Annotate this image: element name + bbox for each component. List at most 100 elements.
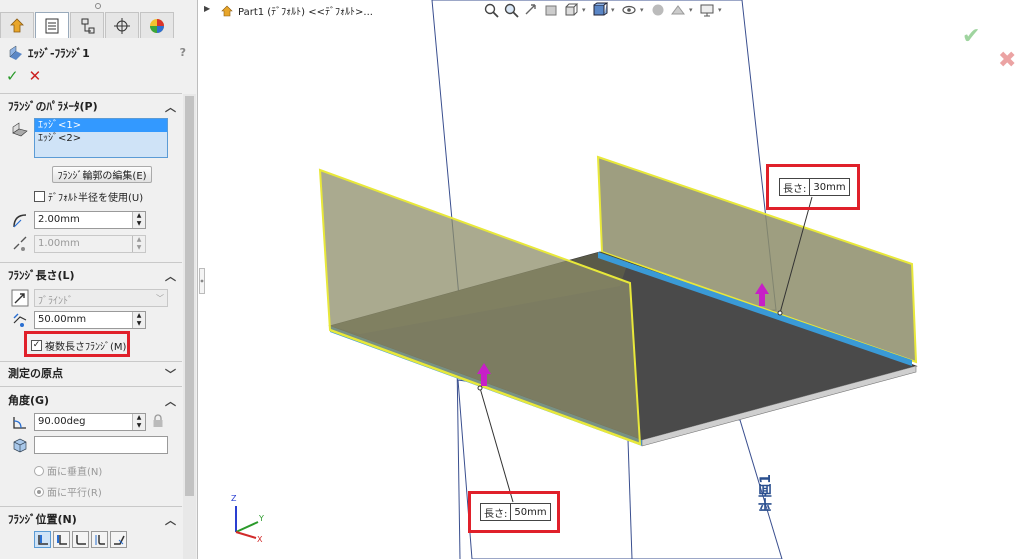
material-outside-button[interactable]	[53, 531, 70, 548]
feature-manager-tab[interactable]	[0, 12, 34, 38]
dropdown-arrow-icon[interactable]: ▾	[718, 6, 725, 14]
flange-params-header[interactable]: ﾌﾗﾝｼﾞのﾊﾟﾗﾒｰﾀ(P) ︿	[0, 97, 182, 115]
zoom-area-icon[interactable]	[502, 1, 520, 19]
edit-appearance-icon[interactable]	[649, 1, 667, 19]
lock-icon[interactable]	[152, 414, 164, 428]
gap-distance-icon	[10, 234, 30, 254]
tangent-to-bend-button[interactable]	[110, 531, 127, 548]
bend-outside-button[interactable]	[72, 531, 89, 548]
checkbox-box[interactable]	[34, 191, 45, 202]
tree-expand-icon[interactable]: ▶	[204, 4, 210, 13]
splitter-grip-icon	[199, 268, 205, 294]
cancel-button[interactable]: ✕	[29, 67, 42, 85]
dropdown-arrow-icon[interactable]: ▾	[611, 6, 618, 14]
reverse-direction-icon[interactable]	[10, 288, 30, 308]
dropdown-arrow-icon[interactable]: ▾	[582, 6, 589, 14]
collapse-caret-icon[interactable]: ︿	[165, 268, 176, 284]
display-manager-icon	[150, 18, 164, 33]
dimxpert-manager-tab[interactable]	[105, 12, 139, 38]
edge-select-icon	[10, 120, 30, 140]
callout-label: 長さ:	[780, 179, 811, 195]
dropdown-arrow-icon[interactable]: ▾	[689, 6, 696, 14]
expand-caret-icon[interactable]: ﹀	[165, 366, 176, 382]
material-inside-button[interactable]	[34, 531, 51, 548]
confirmation-ok-icon[interactable]: ✔	[962, 24, 980, 49]
bend-from-virtual-sharp-button[interactable]	[91, 531, 108, 548]
chevron-down-icon: ﹀	[156, 294, 164, 303]
flyout-tree-part[interactable]: Part1 (ﾃﾞﾌｫﾙﾄ) <<ﾃﾞﾌｫﾙﾄ>...	[220, 3, 373, 18]
help-icon[interactable]: ?	[180, 46, 186, 59]
flange-length-input[interactable]: 50.00mm ▲ ▼	[34, 311, 146, 329]
callout-leader-line	[479, 387, 514, 503]
feature-manager-icon	[10, 17, 24, 32]
gap-distance-value: 1.00mm	[38, 238, 80, 249]
separator	[0, 93, 182, 94]
graphics-area[interactable]: 長さ: 30mm 長さ: 50mm	[206, 0, 1024, 559]
configuration-manager-icon	[81, 18, 95, 33]
part-icon	[221, 5, 233, 16]
edge-flange-icon	[9, 45, 22, 60]
edge-selection-list[interactable]: ｴｯｼﾞ<1> ｴｯｼﾞ<2>	[34, 118, 168, 158]
bend-radius-input[interactable]: 2.00mm ▲ ▼	[34, 211, 146, 229]
dimxpert-manager-icon	[114, 17, 130, 34]
apply-scene-icon[interactable]	[669, 1, 687, 19]
separator	[0, 386, 182, 387]
separator	[0, 262, 182, 263]
leader-anchor	[777, 310, 783, 316]
end-condition-select: ﾌﾞﾗｲﾝﾄﾞ ﹀	[34, 289, 168, 307]
zoom-to-fit-icon[interactable]	[482, 1, 500, 19]
list-item[interactable]: ｴｯｼﾞ<2>	[35, 132, 167, 145]
configuration-manager-tab[interactable]	[70, 12, 104, 38]
material-inside-icon	[37, 534, 48, 545]
reference-face-input[interactable]	[34, 436, 168, 454]
collapse-caret-icon[interactable]: ︿	[165, 512, 176, 528]
property-manager-tab[interactable]	[35, 12, 69, 38]
collapse-caret-icon[interactable]: ︿	[165, 393, 176, 409]
panel-scrollbar[interactable]	[183, 94, 196, 559]
tangent-bend-icon	[113, 535, 125, 545]
display-style-icon[interactable]	[591, 1, 609, 19]
measurement-origin-title: 測定の原点	[8, 367, 63, 380]
flange-length-value: 50.00mm	[38, 314, 87, 325]
previous-view-icon[interactable]	[522, 1, 540, 19]
length-callout-front[interactable]: 長さ: 50mm	[480, 503, 551, 521]
edit-flange-profile-button[interactable]: ﾌﾗﾝｼﾞ輪郭の編集(E)	[52, 166, 152, 183]
confirmation-cancel-icon[interactable]: ✖	[998, 48, 1016, 73]
property-manager-icon	[45, 18, 59, 33]
spin-arrows-icon[interactable]: ▲ ▼	[132, 312, 145, 328]
spin-arrows-icon: ▲ ▼	[132, 236, 145, 252]
hide-show-icon[interactable]	[620, 1, 638, 19]
length-icon	[10, 310, 30, 330]
flange-position-header[interactable]: ﾌﾗﾝｼﾞ位置(N) ︿	[0, 510, 182, 528]
scrollbar-thumb[interactable]	[185, 96, 194, 496]
spin-arrows-icon[interactable]: ▲ ▼	[132, 212, 145, 228]
callout-value[interactable]: 30mm	[810, 179, 848, 195]
axis-triad	[235, 506, 259, 539]
list-item[interactable]: ｴｯｼﾞ<1>	[35, 119, 167, 132]
panel-grip[interactable]	[0, 0, 198, 12]
view-settings-icon[interactable]	[698, 1, 716, 19]
feature-title: ｴｯｼﾞ-ﾌﾗﾝｼﾞ1 ?	[0, 42, 198, 64]
collapse-caret-icon[interactable]: ︿	[165, 99, 176, 115]
ok-button[interactable]: ✓	[6, 67, 19, 85]
section-view-icon[interactable]	[542, 1, 560, 19]
display-manager-tab[interactable]	[140, 12, 174, 38]
spin-arrows-icon[interactable]: ▲ ▼	[132, 414, 145, 430]
pm-actions: ✓ ✕	[6, 66, 41, 86]
flange-angle-value: 90.00deg	[38, 416, 86, 427]
panel-splitter[interactable]	[199, 268, 205, 294]
callout-value[interactable]: 50mm	[511, 504, 549, 520]
length-callout-back[interactable]: 長さ: 30mm	[779, 178, 850, 196]
grip-dot-icon	[95, 3, 101, 9]
reference-face-icon	[10, 435, 30, 455]
use-default-radius-checkbox[interactable]: ﾃﾞﾌｫﾙﾄ半径を使用(U)	[34, 189, 143, 204]
measurement-origin-header[interactable]: 測定の原点 ﹀	[0, 364, 182, 382]
flange-length-header[interactable]: ﾌﾗﾝｼﾞ長さ(L) ︿	[0, 266, 182, 284]
dropdown-arrow-icon[interactable]: ▾	[640, 6, 647, 14]
callout-label: 長さ:	[481, 504, 512, 520]
angle-header[interactable]: 角度(G) ︿	[0, 391, 182, 409]
model-canvas[interactable]	[206, 0, 1024, 559]
flange-angle-input[interactable]: 90.00deg ▲ ▼	[34, 413, 146, 431]
view-orientation-icon[interactable]	[562, 1, 580, 19]
material-outside-icon	[56, 534, 67, 545]
